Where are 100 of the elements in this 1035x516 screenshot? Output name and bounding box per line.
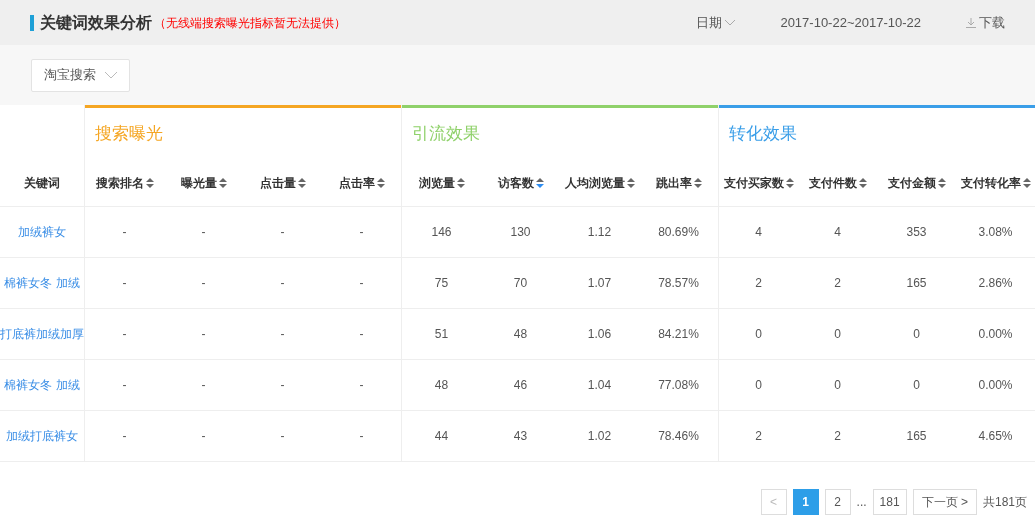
table-cell-text: 78.46% bbox=[657, 428, 700, 445]
table-cell-text: - bbox=[200, 326, 207, 343]
table-cell-text: - bbox=[279, 428, 286, 445]
chevron-down-icon bbox=[725, 19, 736, 26]
column-header[interactable]: 支付转化率 bbox=[956, 160, 1035, 206]
column-header[interactable]: 曝光量 bbox=[164, 160, 243, 206]
table-cell-text: 48 bbox=[433, 377, 450, 394]
table-cell-text: - bbox=[358, 326, 365, 343]
table-cell-text: - bbox=[200, 224, 207, 241]
column-header[interactable]: 搜索排名 bbox=[85, 160, 164, 206]
keyword-link[interactable]: 打底裤加绒加厚 bbox=[0, 325, 84, 343]
sort-icon[interactable] bbox=[785, 178, 794, 188]
download-button[interactable]: 下载 bbox=[966, 12, 1005, 33]
table-cell-text: 0 bbox=[912, 326, 921, 343]
table-cell-text: - bbox=[279, 224, 286, 241]
table-cell-text: 75 bbox=[433, 275, 450, 292]
table-cell-text: 2.86% bbox=[977, 275, 1014, 292]
table-cell-text: 4.65% bbox=[977, 428, 1014, 445]
table-cell-text: 0 bbox=[754, 377, 763, 394]
keyword-link[interactable]: 加绒裤女 bbox=[18, 223, 66, 241]
page-button[interactable]: 181 bbox=[872, 489, 907, 515]
sort-icon[interactable] bbox=[218, 178, 227, 188]
table-cell-text: 70 bbox=[512, 275, 529, 292]
column-header[interactable]: 点击率 bbox=[322, 160, 401, 206]
table-cell-text: 2 bbox=[833, 428, 842, 445]
table-cell-text: - bbox=[279, 377, 286, 394]
table-cell-text: 2 bbox=[754, 275, 763, 292]
table-cell-text: 80.69% bbox=[657, 224, 700, 241]
sort-icon[interactable] bbox=[456, 178, 465, 188]
sort-icon[interactable] bbox=[376, 178, 385, 188]
table-cell-text: 4 bbox=[754, 224, 763, 241]
column-header[interactable]: 支付买家数 bbox=[719, 160, 798, 206]
sort-icon[interactable] bbox=[297, 178, 306, 188]
table-cell-text: - bbox=[200, 428, 207, 445]
table-cell-text: 84.21% bbox=[657, 326, 700, 343]
table-cell-text: 2 bbox=[833, 275, 842, 292]
date-dropdown[interactable]: 日期 bbox=[696, 12, 736, 33]
next-page-button[interactable]: 下一页 > bbox=[912, 489, 977, 515]
table-cell-text: 46 bbox=[512, 377, 529, 394]
table-cell-text: - bbox=[279, 326, 286, 343]
table-cell-text: 165 bbox=[905, 428, 928, 445]
sort-icon[interactable] bbox=[858, 178, 867, 188]
table-cell-text: - bbox=[121, 326, 128, 343]
table-cell-text: 48 bbox=[512, 326, 529, 343]
download-icon bbox=[966, 17, 976, 28]
sort-icon[interactable] bbox=[145, 178, 154, 188]
sort-icon[interactable] bbox=[535, 178, 544, 188]
column-header[interactable]: 支付金额 bbox=[877, 160, 956, 206]
title-note: （无线端搜索曝光指标暂无法提供） bbox=[154, 14, 346, 32]
table-cell-text: 0 bbox=[912, 377, 921, 394]
table-cell-text: - bbox=[121, 428, 128, 445]
column-header[interactable]: 人均浏览量 bbox=[560, 160, 639, 206]
table-cell-text: 165 bbox=[905, 275, 928, 292]
column-header[interactable]: 跳出率 bbox=[639, 160, 718, 206]
sort-icon[interactable] bbox=[937, 178, 946, 188]
table-cell-text: 43 bbox=[512, 428, 529, 445]
table-cell-text: - bbox=[358, 275, 365, 292]
table-cell-text: 44 bbox=[433, 428, 450, 445]
keyword-link[interactable]: 加绒打底裤女 bbox=[6, 427, 78, 445]
table-cell-text: 3.08% bbox=[977, 224, 1014, 241]
table-cell-text: 146 bbox=[430, 224, 453, 241]
column-header[interactable]: 浏览量 bbox=[402, 160, 481, 206]
page-total: 共181页 bbox=[982, 494, 1027, 511]
table-cell-text: - bbox=[358, 377, 365, 394]
table-cell-text: 353 bbox=[905, 224, 928, 241]
sort-icon[interactable] bbox=[1022, 178, 1031, 188]
table-cell-text: - bbox=[358, 224, 365, 241]
table-cell-text: 0 bbox=[754, 326, 763, 343]
column-header: 关键词 bbox=[0, 160, 84, 207]
table-cell-text: 78.57% bbox=[657, 275, 700, 292]
source-dropdown[interactable]: 淘宝搜索 bbox=[31, 58, 130, 92]
title-accent bbox=[30, 14, 34, 31]
group-title: 转化效果 bbox=[729, 123, 797, 146]
group-title: 引流效果 bbox=[412, 123, 480, 146]
table-cell-text: 77.08% bbox=[657, 377, 700, 394]
table-cell-text: 4 bbox=[833, 224, 842, 241]
table-cell-text: 2 bbox=[754, 428, 763, 445]
keyword-link[interactable]: 棉裤女冬 加绒 bbox=[4, 274, 80, 292]
table-cell-text: 0 bbox=[833, 326, 842, 343]
column-header[interactable]: 访客数 bbox=[481, 160, 560, 206]
page-title: 关键词效果分析 bbox=[40, 12, 152, 33]
table-cell-text: 1.12 bbox=[586, 224, 613, 241]
sort-icon[interactable] bbox=[693, 178, 702, 188]
page-ellipsis: ... bbox=[856, 494, 867, 511]
table-cell-text: - bbox=[121, 275, 128, 292]
column-header[interactable]: 支付件数 bbox=[798, 160, 877, 206]
table-cell-text: 130 bbox=[509, 224, 532, 241]
table-cell-text: - bbox=[121, 224, 128, 241]
table-cell-text: - bbox=[279, 275, 286, 292]
column-header[interactable]: 点击量 bbox=[243, 160, 322, 206]
table-cell-text: 51 bbox=[433, 326, 450, 343]
table-cell-text: - bbox=[200, 377, 207, 394]
sort-icon[interactable] bbox=[626, 178, 635, 188]
page-button[interactable]: 2 bbox=[824, 489, 851, 515]
table-cell-text: 1.07 bbox=[586, 275, 613, 292]
table-cell-text: - bbox=[200, 275, 207, 292]
table-cell-text: 0 bbox=[833, 377, 842, 394]
keyword-link[interactable]: 棉裤女冬 加绒 bbox=[4, 376, 80, 394]
date-range: 2017-10-22~2017-10-22 bbox=[780, 13, 921, 32]
table-cell-text: 1.02 bbox=[586, 428, 613, 445]
